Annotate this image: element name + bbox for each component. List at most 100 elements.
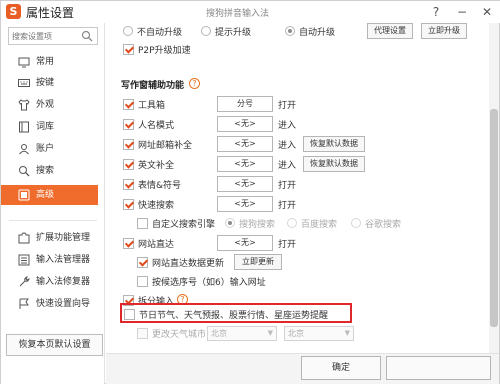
- sidebar-tool-label: 输入法管理器: [36, 255, 91, 265]
- toolbox-checkbox[interactable]: [123, 99, 134, 110]
- search-icon[interactable]: [81, 30, 93, 42]
- proxy-settings-button[interactable]: 代理设置: [367, 23, 413, 39]
- city-value: 北京: [288, 329, 304, 338]
- radio-label: 提示升级: [215, 28, 252, 38]
- weather-city-checkbox[interactable]: [137, 328, 148, 339]
- site-direct-label: 网站直达: [138, 240, 175, 250]
- radio-label: 自动升级: [299, 28, 336, 38]
- sidebar-item-advanced[interactable]: 高级: [1, 185, 98, 205]
- p2p-label: P2P升级加速: [138, 46, 191, 56]
- p2p-checkbox[interactable]: [123, 44, 134, 55]
- sidebar-item-keys[interactable]: 按键: [1, 73, 98, 93]
- puzzle-icon: [18, 232, 30, 244]
- upgrade-now-button[interactable]: 立即升级: [421, 23, 467, 39]
- person-mode-checkbox[interactable]: [123, 119, 134, 130]
- radio-no-auto-upgrade[interactable]: [123, 26, 133, 36]
- settings-search-input[interactable]: [12, 30, 80, 43]
- quick-search-action: 打开: [278, 201, 297, 211]
- sidebar-item-appearance[interactable]: 外观: [1, 95, 98, 115]
- sidebar-tool-label: 输入法修复器: [36, 277, 91, 287]
- emoji-hotkey-field[interactable]: <无>: [217, 176, 273, 192]
- radio-sogou-search[interactable]: [225, 218, 235, 228]
- radio-prompt-upgrade[interactable]: [201, 26, 211, 36]
- window-subtitle: 搜狗拼音输入法: [206, 9, 270, 19]
- person-mode-label: 人名模式: [138, 121, 175, 131]
- quick-search-checkbox[interactable]: [123, 199, 134, 210]
- festival-reminder-checkbox[interactable]: [124, 309, 135, 320]
- sidebar-item-dictionary[interactable]: 词库: [1, 117, 98, 137]
- province-select[interactable]: 北京 ▼: [207, 326, 277, 341]
- site-direct-action: 打开: [278, 240, 297, 250]
- chevron-down-icon: ▼: [344, 329, 350, 337]
- sidebar-item-label: 高级: [36, 190, 55, 200]
- english-action: 进入: [278, 161, 297, 171]
- ok-button[interactable]: 确定: [301, 356, 381, 380]
- url-email-restore-button[interactable]: 恢复默认数据: [303, 136, 365, 152]
- settings-search-box[interactable]: [8, 27, 98, 45]
- english-hotkey-field[interactable]: <无>: [217, 156, 273, 172]
- sidebar-tool-manager[interactable]: 输入法管理器: [1, 250, 98, 270]
- sidebar-item-label: 按键: [36, 78, 55, 88]
- wizard-icon: [19, 298, 29, 309]
- engine-label: 搜狗搜索: [239, 220, 276, 230]
- city-select[interactable]: 北京 ▼: [284, 326, 354, 341]
- title-bar: S 属性设置 搜狗拼音输入法 ? − ✕: [1, 1, 500, 23]
- toolbox-action: 打开: [278, 101, 297, 111]
- help-button[interactable]: ?: [426, 3, 446, 21]
- custom-engine-checkbox[interactable]: [137, 218, 148, 229]
- book-icon: [19, 121, 29, 133]
- update-now-button[interactable]: 立即更新: [234, 254, 282, 270]
- monitor-icon: [18, 57, 30, 68]
- radio-google-search[interactable]: [351, 218, 361, 228]
- restore-defaults-button[interactable]: 恢复本页默认设置: [6, 334, 103, 356]
- emoji-label: 表情&符号: [138, 181, 182, 191]
- festival-reminder-label: 节日节气、天气预报、股票行情、星座运势提醒: [139, 311, 329, 321]
- url-email-hotkey-field[interactable]: <无>: [217, 136, 273, 152]
- radio-auto-upgrade[interactable]: [285, 26, 295, 36]
- sidebar-item-label: 账户: [36, 144, 55, 154]
- radio-baidu-search[interactable]: [287, 218, 297, 228]
- person-mode-action: 进入: [278, 121, 297, 131]
- minimize-button[interactable]: −: [452, 3, 472, 21]
- emoji-action: 打开: [278, 181, 297, 191]
- site-direct-hotkey-field[interactable]: <无>: [217, 235, 273, 251]
- shirt-icon: [18, 99, 30, 111]
- sidebar-tool-extensions[interactable]: 扩展功能管理: [1, 228, 98, 248]
- toolbox-hotkey-field[interactable]: 分号: [217, 96, 273, 112]
- english-restore-button[interactable]: 恢复默认数据: [303, 156, 365, 172]
- cancel-button[interactable]: [386, 356, 491, 380]
- close-button[interactable]: ✕: [477, 3, 497, 21]
- sidebar-tool-label: 快速设置向导: [36, 299, 91, 309]
- sidebar-tool-repair[interactable]: 输入法修复器: [1, 272, 98, 292]
- search-icon: [19, 166, 30, 177]
- url-email-label: 网址邮箱补全: [138, 141, 193, 151]
- site-data-update-checkbox[interactable]: [137, 257, 148, 268]
- candidate-select-checkbox[interactable]: [137, 276, 148, 287]
- quick-search-hotkey-field[interactable]: <无>: [217, 196, 273, 212]
- toolbox-label: 工具箱: [138, 101, 166, 111]
- emoji-checkbox[interactable]: [123, 179, 134, 190]
- english-checkbox[interactable]: [123, 159, 134, 170]
- province-value: 北京: [211, 329, 227, 338]
- person-mode-hotkey-field[interactable]: <无>: [217, 116, 273, 132]
- sogou-logo-icon: S: [6, 4, 21, 19]
- custom-engine-label: 自定义搜索引擎: [152, 220, 216, 230]
- help-icon[interactable]: ?: [189, 78, 200, 89]
- sidebar-item-label: 搜索: [36, 166, 55, 176]
- site-direct-checkbox[interactable]: [123, 238, 134, 249]
- list-icon: [18, 254, 30, 266]
- writing-section-title: 写作窗辅助功能: [121, 81, 185, 91]
- sidebar-tool-wizard[interactable]: 快速设置向导: [1, 294, 98, 314]
- candidate-select-label: 按候选序号（如6）输入网址: [152, 278, 266, 288]
- chevron-down-icon: ▼: [267, 329, 273, 337]
- settings-window: S 属性设置 搜狗拼音输入法 ? − ✕ 常用 按键 外观 词库: [0, 0, 500, 384]
- scrollbar-thumb[interactable]: [490, 109, 498, 327]
- advanced-icon: [18, 189, 30, 201]
- engine-label: 谷歌搜索: [365, 220, 402, 230]
- english-label: 英文补全: [138, 161, 175, 171]
- url-email-checkbox[interactable]: [123, 139, 134, 150]
- sidebar-item-label: 常用: [36, 57, 55, 67]
- sidebar-item-common[interactable]: 常用: [1, 52, 98, 72]
- sidebar-item-search[interactable]: 搜索: [1, 161, 98, 181]
- sidebar-item-account[interactable]: 账户: [1, 139, 98, 159]
